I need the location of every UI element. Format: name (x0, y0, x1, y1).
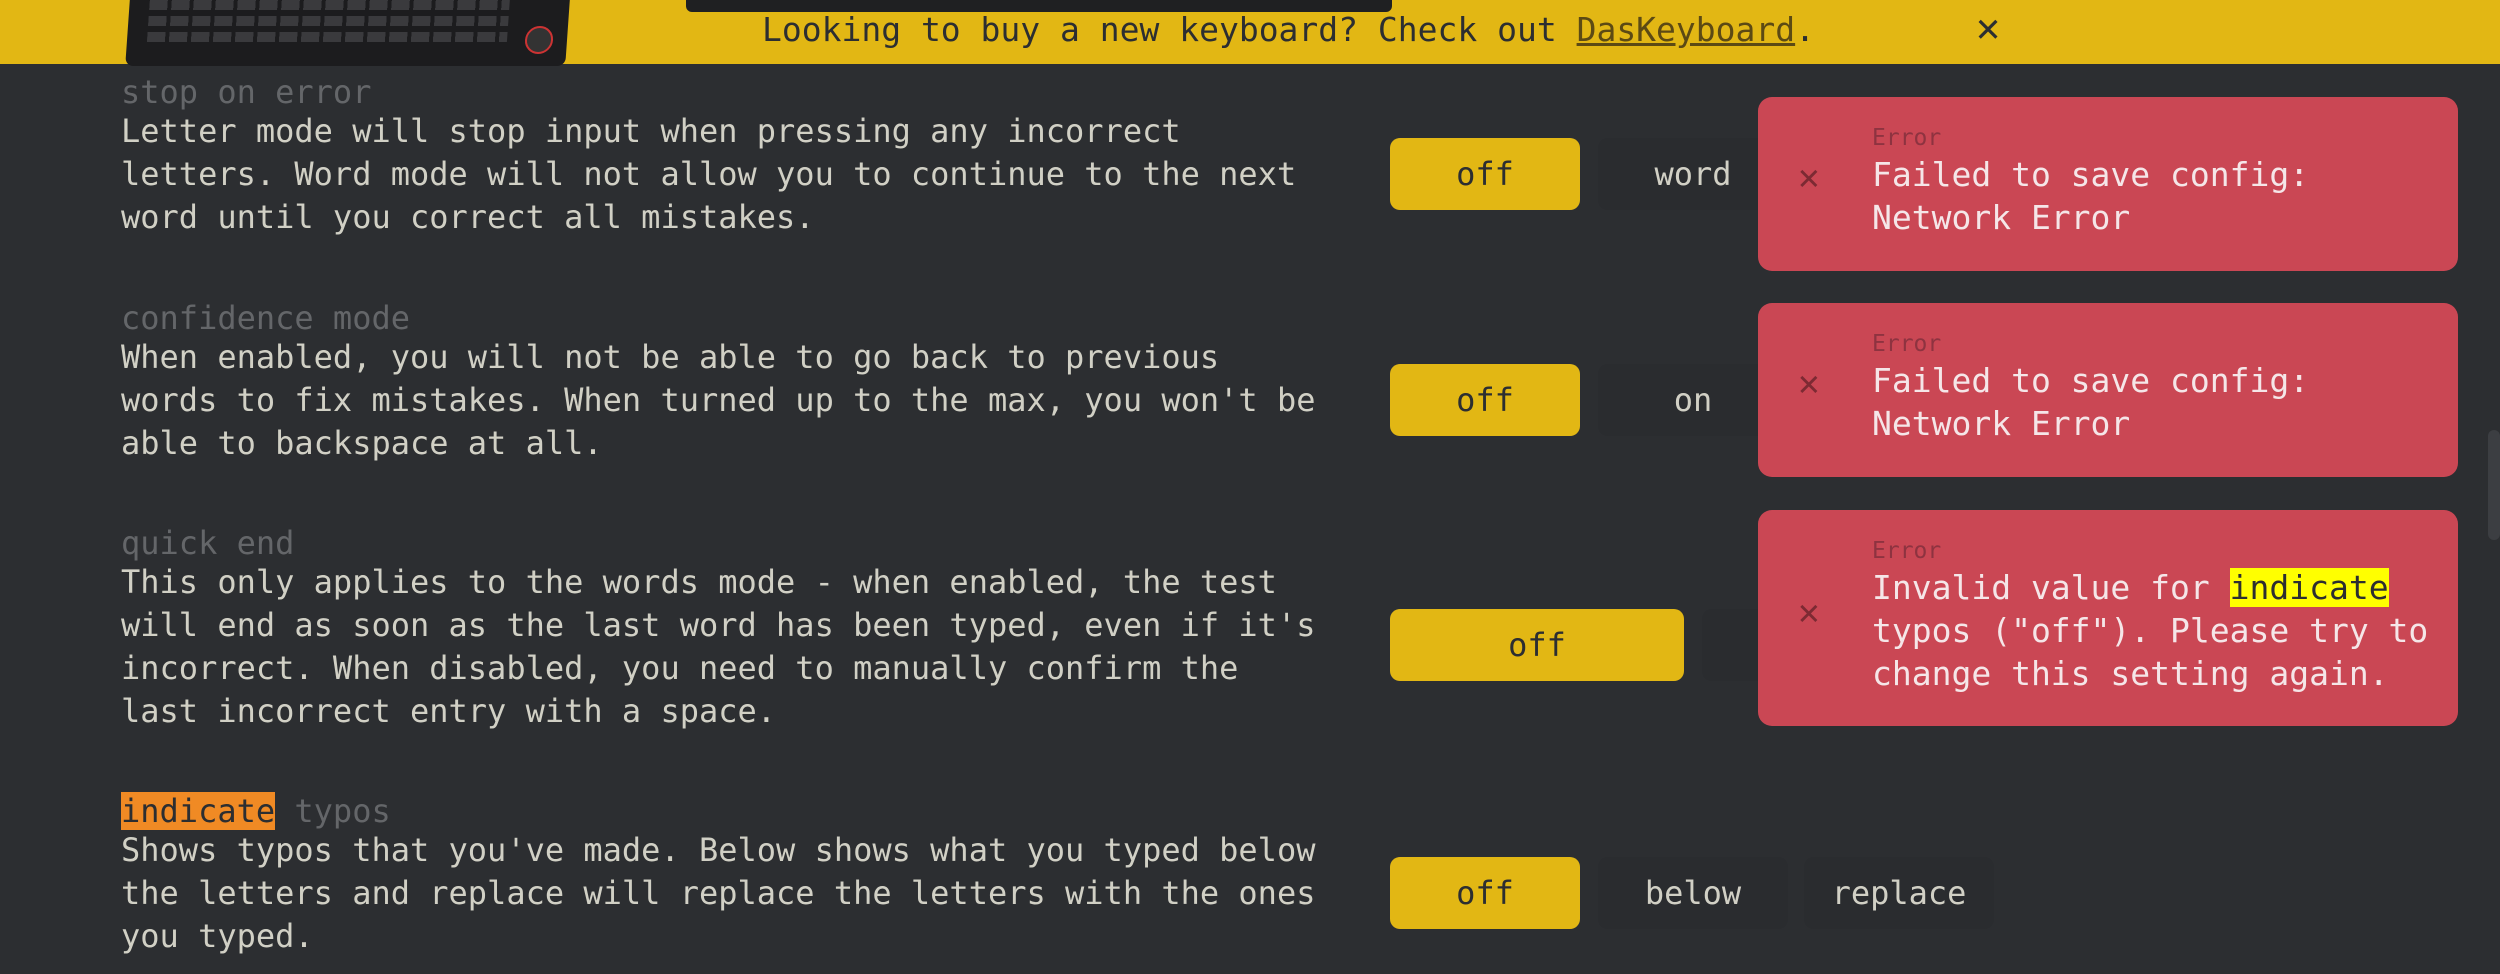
toast-message: Failed to save config: Network Error (1872, 155, 2310, 237)
setting-description: When enabled, you will not be able to go… (121, 338, 1316, 462)
setting-stop-on-error: stop on error Letter mode will stop inpu… (121, 74, 1321, 239)
indicate-typos-replace-button[interactable]: replace (1804, 857, 1994, 929)
confidence-mode-off-button[interactable]: off (1390, 364, 1580, 436)
search-highlight: indicate (121, 792, 276, 830)
toast-label: Error (1872, 538, 1942, 564)
close-icon[interactable]: ✕ (1976, 6, 2000, 50)
error-toast[interactable]: ✕ Error Failed to save config: Network E… (1758, 97, 2458, 271)
setting-description: This only applies to the words mode - wh… (121, 563, 1316, 730)
scrollbar-thumb[interactable] (2488, 430, 2500, 540)
toast-label: Error (1872, 331, 1942, 357)
setting-quick-end: quick end This only applies to the words… (121, 525, 1321, 733)
setting-title: quick end (121, 524, 295, 562)
indicate-typos-below-button[interactable]: below (1598, 857, 1788, 929)
search-highlight: indicate (2229, 568, 2389, 607)
indicate-typos-off-button[interactable]: off (1390, 857, 1580, 929)
toast-label: Error (1872, 125, 1942, 151)
setting-indicate-typos: indicate typos Shows typos that you've m… (121, 792, 1321, 958)
promo-banner: Looking to buy a new keyboard? Check out… (0, 0, 2500, 66)
stop-on-error-off-button[interactable]: off (1390, 138, 1580, 210)
quick-end-off-button[interactable]: off (1390, 609, 1684, 681)
setting-confidence-mode: confidence mode When enabled, you will n… (121, 300, 1321, 465)
daskeyboard-link[interactable]: DasKeyboard (1577, 10, 1796, 49)
setting-title: stop on error (121, 73, 372, 111)
error-toast[interactable]: ✕ Error Invalid value for indicate typos… (1758, 510, 2458, 726)
banner-text: Looking to buy a new keyboard? Check out… (762, 10, 1815, 49)
keyboard-image (125, 0, 571, 66)
setting-description: Shows typos that you've made. Below show… (121, 831, 1316, 955)
toast-message: Invalid value for indicate typos ("off")… (1872, 568, 2429, 693)
close-icon[interactable]: ✕ (1798, 592, 1820, 633)
setting-title: confidence mode (121, 299, 410, 337)
close-icon[interactable]: ✕ (1798, 157, 1820, 198)
toast-message: Failed to save config: Network Error (1872, 361, 2310, 443)
error-toast[interactable]: ✕ Error Failed to save config: Network E… (1758, 303, 2458, 477)
setting-title: indicate typos (121, 792, 391, 830)
setting-description: Letter mode will stop input when pressin… (121, 112, 1297, 236)
close-icon[interactable]: ✕ (1798, 363, 1820, 404)
